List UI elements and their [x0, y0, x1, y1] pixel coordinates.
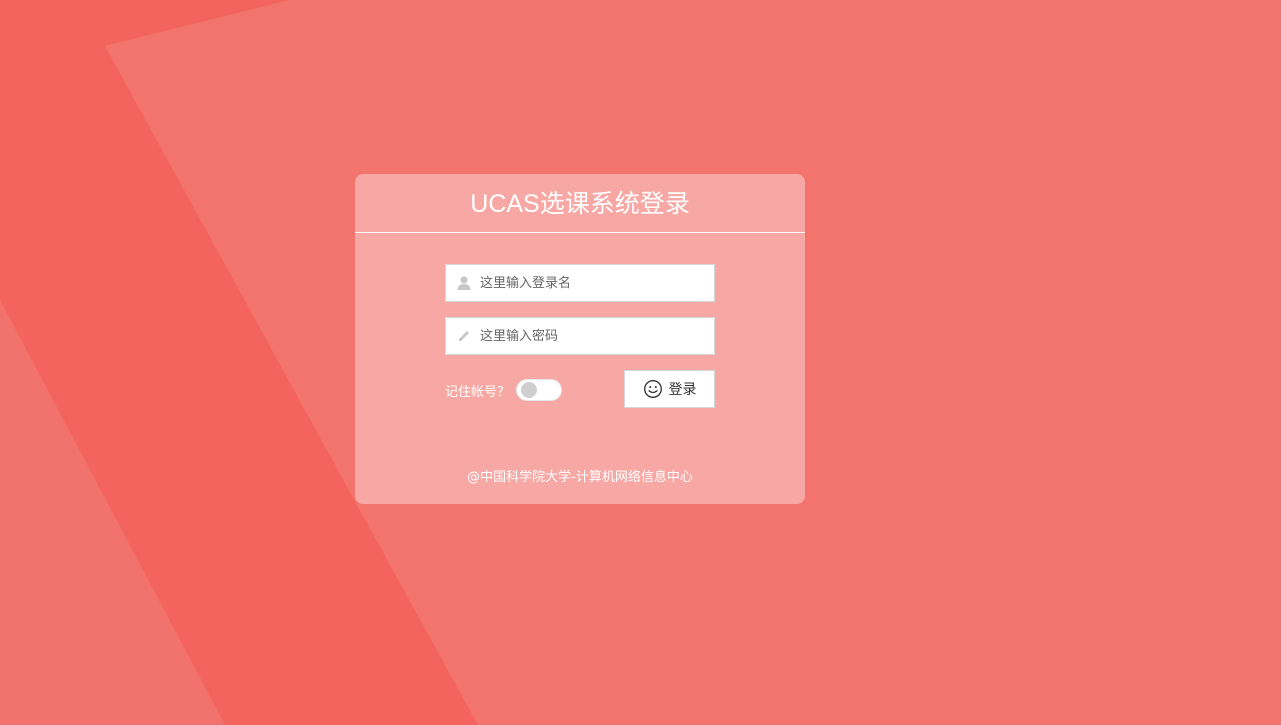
smile-icon	[643, 380, 662, 398]
toggle-knob	[521, 382, 538, 398]
password-field[interactable]	[445, 317, 715, 355]
login-panel: UCAS选课系统登录 记住帐号？ 登录 @中国科学院大学-计算机网络信息中心	[355, 174, 805, 504]
remember-label: 记住帐号？	[445, 384, 511, 400]
user-icon	[457, 276, 471, 290]
remember-account: 记住帐号？	[445, 379, 563, 401]
username-input[interactable]	[480, 265, 708, 301]
login-title: UCAS选课系统登录	[355, 174, 805, 233]
footer-credit: @中国科学院大学-计算机网络信息中心	[467, 470, 693, 485]
pencil-icon	[459, 331, 469, 341]
password-input[interactable]	[480, 318, 708, 354]
username-field[interactable]	[445, 264, 715, 302]
login-button-label: 登录	[668, 382, 697, 398]
login-button[interactable]: 登录	[624, 370, 715, 408]
remember-toggle[interactable]	[516, 379, 563, 401]
